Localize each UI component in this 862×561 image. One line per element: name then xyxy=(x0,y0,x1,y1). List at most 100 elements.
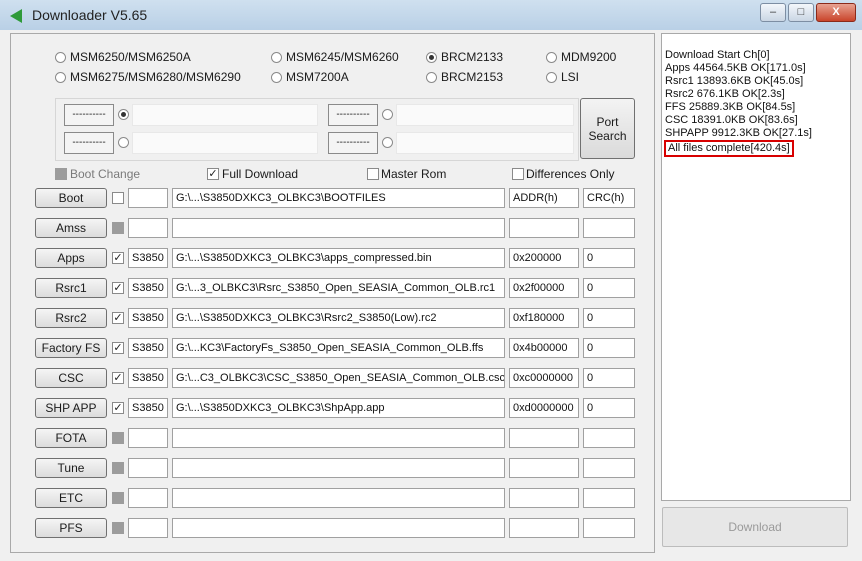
row-checkbox-pfs[interactable] xyxy=(112,522,124,534)
row-crc-field-factory-fs: 0 xyxy=(583,338,635,358)
model-label-mdm9200: MDM9200 xyxy=(561,50,617,64)
port-field-1[interactable] xyxy=(132,104,318,126)
log-line: Rsrc1 13893.6KB OK[45.0s] xyxy=(665,75,804,87)
port-button-3[interactable]: ---------- xyxy=(328,104,378,126)
row-addr-field-factory-fs: 0x4b00000 xyxy=(509,338,579,358)
row-model-field-etc xyxy=(128,488,168,508)
row-button-apps[interactable]: Apps xyxy=(35,248,107,268)
row-addr-field-boot: ADDR(h) xyxy=(509,188,579,208)
row-crc-field-csc: 0 xyxy=(583,368,635,388)
port-button-1[interactable]: ---------- xyxy=(64,104,114,126)
log-line: Apps 44564.5KB OK[171.0s] xyxy=(665,62,806,74)
row-checkbox-amss[interactable] xyxy=(112,222,124,234)
row-addr-field-rsrc1: 0x2f00000 xyxy=(509,278,579,298)
port-button-2[interactable]: ---------- xyxy=(64,132,114,154)
model-radio-msm6245[interactable] xyxy=(271,52,282,63)
row-addr-field-amss xyxy=(509,218,579,238)
log-line: SHPAPP 9912.3KB OK[27.1s] xyxy=(665,127,812,139)
row-button-fota[interactable]: FOTA xyxy=(35,428,107,448)
port-field-4[interactable] xyxy=(396,132,574,154)
row-path-field-amss xyxy=(172,218,505,238)
differences-only-label: Differences Only xyxy=(526,167,615,181)
row-model-field-fota xyxy=(128,428,168,448)
main-panel: MSM6250/MSM6250A MSM6275/MSM6280/MSM6290… xyxy=(10,33,655,553)
model-radio-lsi[interactable] xyxy=(546,72,557,83)
row-checkbox-shp-app[interactable]: ✓ xyxy=(112,402,124,414)
row-addr-field-pfs xyxy=(509,518,579,538)
port-radio-1[interactable] xyxy=(118,109,129,120)
port-radio-3[interactable] xyxy=(382,109,393,120)
row-button-rsrc2[interactable]: Rsrc2 xyxy=(35,308,107,328)
differences-only-checkbox[interactable] xyxy=(512,168,524,180)
boot-change-label: Boot Change xyxy=(70,167,141,181)
row-path-field-tune xyxy=(172,458,505,478)
row-button-rsrc1[interactable]: Rsrc1 xyxy=(35,278,107,298)
model-label-msm6245: MSM6245/MSM6260 xyxy=(286,50,399,64)
model-label-brcm2133: BRCM2133 xyxy=(441,50,504,64)
port-button-4[interactable]: ---------- xyxy=(328,132,378,154)
row-checkbox-etc[interactable] xyxy=(112,492,124,504)
right-panel: Download Start Ch[0] Apps 44564.5KB OK[17… xyxy=(661,33,851,551)
row-checkbox-fota[interactable] xyxy=(112,432,124,444)
full-download-checkbox[interactable]: ✓ xyxy=(207,168,219,180)
row-addr-field-tune xyxy=(509,458,579,478)
model-radio-brcm2153[interactable] xyxy=(426,72,437,83)
row-button-amss[interactable]: Amss xyxy=(35,218,107,238)
row-path-field-apps: G:\...\S3850DXKC3_OLBKC3\apps_compressed… xyxy=(172,248,505,268)
full-download-label: Full Download xyxy=(222,167,299,181)
model-radio-msm6275[interactable] xyxy=(55,72,66,83)
row-button-etc[interactable]: ETC xyxy=(35,488,107,508)
boot-change-checkbox[interactable] xyxy=(55,168,67,180)
row-button-shp-app[interactable]: SHP APP xyxy=(35,398,107,418)
port-search-label-1: Port xyxy=(596,114,619,129)
model-radio-brcm2133[interactable] xyxy=(426,52,437,63)
row-addr-field-apps: 0x200000 xyxy=(509,248,579,268)
row-addr-field-etc xyxy=(509,488,579,508)
row-model-field-amss xyxy=(128,218,168,238)
close-button[interactable]: X xyxy=(816,3,856,22)
model-label-msm6250: MSM6250/MSM6250A xyxy=(70,50,191,64)
row-checkbox-boot[interactable] xyxy=(112,192,124,204)
row-checkbox-tune[interactable] xyxy=(112,462,124,474)
port-search-label-2: Search xyxy=(588,128,627,143)
log-box: Download Start Ch[0] Apps 44564.5KB OK[17… xyxy=(661,33,851,501)
row-path-field-fota xyxy=(172,428,505,448)
row-checkbox-csc[interactable]: ✓ xyxy=(112,372,124,384)
row-model-field-csc: S3850 xyxy=(128,368,168,388)
master-rom-label: Master Rom xyxy=(381,167,447,181)
row-button-factory-fs[interactable]: Factory FS xyxy=(35,338,107,358)
port-field-2[interactable] xyxy=(132,132,318,154)
row-button-boot[interactable]: Boot xyxy=(35,188,107,208)
model-radio-mdm9200[interactable] xyxy=(546,52,557,63)
master-rom-checkbox[interactable] xyxy=(367,168,379,180)
download-button[interactable]: Download xyxy=(662,507,848,547)
maximize-button[interactable]: □ xyxy=(788,3,814,22)
window-title: Downloader V5.65 xyxy=(32,7,148,23)
log-line: Download Start Ch[0] xyxy=(665,49,770,61)
model-radio-msm7200a[interactable] xyxy=(271,72,282,83)
window-controls: – □ X xyxy=(760,3,856,22)
model-radio-msm6250[interactable] xyxy=(55,52,66,63)
row-model-field-shp-app: S3850 xyxy=(128,398,168,418)
port-search-button[interactable]: Port Search xyxy=(580,98,635,159)
row-model-field-rsrc2: S3850 xyxy=(128,308,168,328)
row-checkbox-apps[interactable]: ✓ xyxy=(112,252,124,264)
row-crc-field-pfs xyxy=(583,518,635,538)
row-crc-field-boot: CRC(h) xyxy=(583,188,635,208)
row-button-csc[interactable]: CSC xyxy=(35,368,107,388)
row-checkbox-rsrc2[interactable]: ✓ xyxy=(112,312,124,324)
row-button-tune[interactable]: Tune xyxy=(35,458,107,478)
log-line: FFS 25889.3KB OK[84.5s] xyxy=(665,101,796,113)
row-crc-field-fota xyxy=(583,428,635,448)
row-checkbox-rsrc1[interactable]: ✓ xyxy=(112,282,124,294)
row-model-field-pfs xyxy=(128,518,168,538)
port-radio-4[interactable] xyxy=(382,137,393,148)
row-button-pfs[interactable]: PFS xyxy=(35,518,107,538)
row-path-field-rsrc2: G:\...\S3850DXKC3_OLBKC3\Rsrc2_S3850(Low… xyxy=(172,308,505,328)
port-field-3[interactable] xyxy=(396,104,574,126)
row-path-field-boot: G:\...\S3850DXKC3_OLBKC3\BOOTFILES xyxy=(172,188,505,208)
row-checkbox-factory-fs[interactable]: ✓ xyxy=(112,342,124,354)
model-label-brcm2153: BRCM2153 xyxy=(441,70,504,84)
minimize-button[interactable]: – xyxy=(760,3,786,22)
port-radio-2[interactable] xyxy=(118,137,129,148)
